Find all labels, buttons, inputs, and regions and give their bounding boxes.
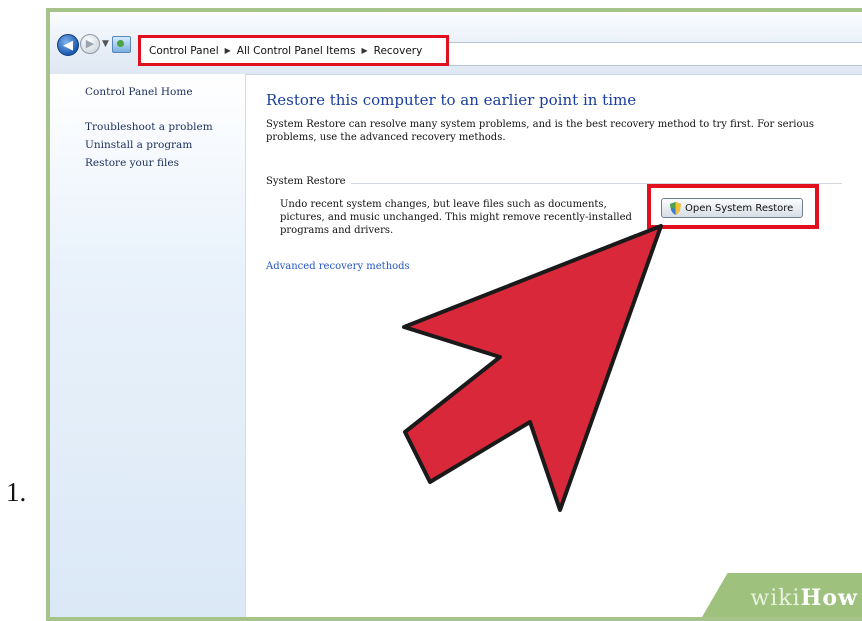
wikihow-watermark: wikiHow [702, 573, 862, 617]
screenshot-frame: ◀ ▶ ▼ Control Panel ▶ All Control Panel … [46, 8, 862, 621]
watermark-text: wikiHow [750, 585, 858, 611]
pointer-arrow-icon [402, 224, 663, 512]
list-number: 1. [6, 477, 27, 507]
group-title: System Restore [266, 176, 351, 187]
